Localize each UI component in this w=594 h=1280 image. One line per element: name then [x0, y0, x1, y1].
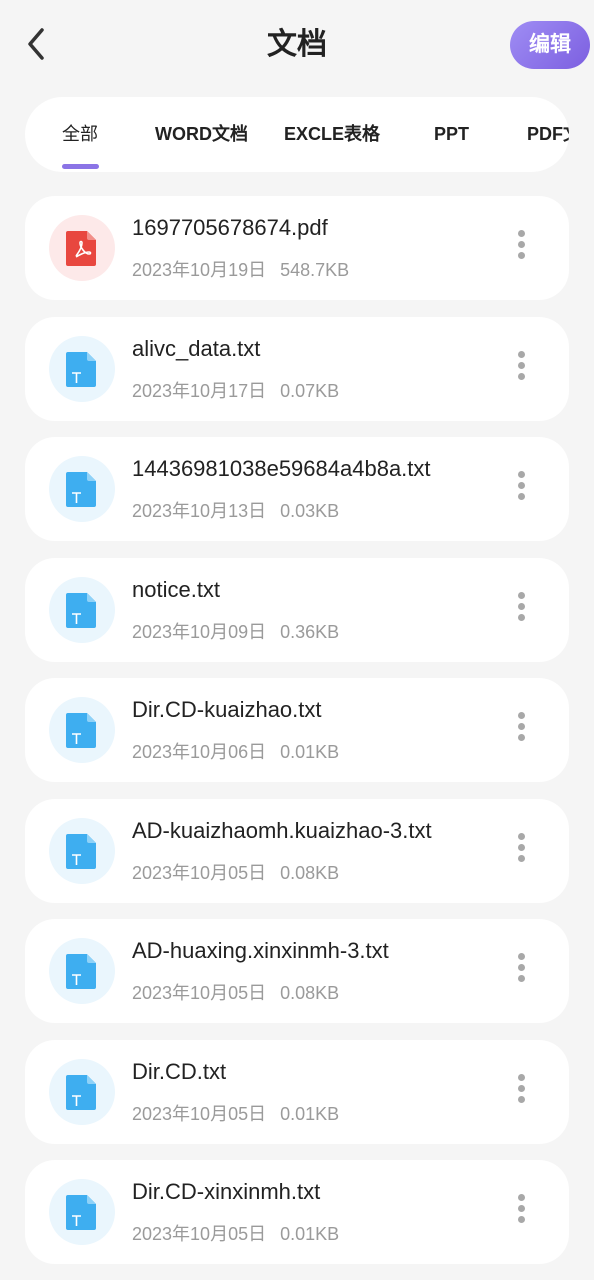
file-item[interactable]: Dir.CD-kuaizhao.txt 2023年10月06日 0.01KB — [25, 678, 569, 782]
file-meta: 2023年10月09日 0.36KB — [132, 618, 339, 646]
file-meta: 2023年10月17日 0.07KB — [132, 377, 339, 405]
file-date: 2023年10月05日 — [132, 1103, 267, 1124]
file-date: 2023年10月13日 — [132, 501, 267, 521]
file-name: AD-huaxing.xinxinmh-3.txt — [132, 938, 389, 963]
more-vertical-icon — [509, 591, 533, 621]
file-size: 548.7KB — [280, 260, 350, 280]
file-name: AD-kuaizhaomh.kuaizhao-3.txt — [132, 817, 432, 843]
file-size: 0.01KB — [280, 1224, 340, 1244]
txt-file-icon — [66, 833, 96, 869]
tab-all[interactable]: 全部 — [62, 97, 98, 172]
file-item[interactable]: Dir.CD.txt 2023年10月05日 0.01KB — [25, 1039, 569, 1144]
file-meta: 2023年10月13日 0.03KB — [132, 497, 339, 525]
file-size: 0.01KB — [280, 1103, 340, 1124]
more-options-button[interactable] — [509, 588, 533, 634]
file-name: Dir.CD-xinxinmh.txt — [132, 1179, 321, 1204]
more-options-button[interactable] — [509, 949, 533, 995]
active-tab-indicator — [62, 164, 99, 169]
txt-file-icon — [66, 713, 96, 748]
file-item[interactable]: AD-kuaizhaomh.kuaizhao-3.txt 2023年10月05日 0… — [25, 798, 569, 903]
more-vertical-icon — [509, 350, 533, 380]
file-type-badge — [49, 576, 115, 643]
tab-word[interactable]: WORD文档 — [155, 97, 248, 172]
more-vertical-icon — [509, 1194, 533, 1223]
file-type-badge — [49, 817, 115, 884]
file-type-badge — [49, 1058, 115, 1125]
tab-pdf[interactable]: PDF文 — [527, 97, 569, 172]
file-date: 2023年10月05日 — [132, 862, 267, 883]
file-date: 2023年10月19日 — [132, 260, 267, 280]
file-meta: 2023年10月06日 0.01KB — [132, 738, 339, 766]
file-size: 0.07KB — [280, 380, 340, 401]
category-tabs: 全部 WORD文档 EXCLE表格 PPT PDF文 — [25, 97, 569, 172]
file-meta: 2023年10月05日 0.08KB — [132, 859, 339, 887]
more-options-button[interactable] — [509, 226, 533, 272]
more-vertical-icon — [509, 712, 533, 741]
tab-excel[interactable]: EXCLE表格 — [284, 97, 380, 172]
more-vertical-icon — [509, 1073, 533, 1103]
file-size: 0.08KB — [280, 862, 340, 883]
txt-file-icon — [66, 954, 96, 989]
more-options-button[interactable] — [509, 1070, 533, 1116]
pdf-file-icon — [66, 231, 96, 266]
tab-ppt[interactable]: PPT — [434, 97, 469, 172]
file-date: 2023年10月05日 — [132, 1224, 267, 1244]
txt-file-icon — [66, 592, 96, 628]
file-type-badge — [49, 938, 115, 1004]
txt-file-icon — [66, 351, 96, 387]
file-size: 0.01KB — [280, 742, 340, 762]
file-type-badge — [49, 215, 115, 281]
more-vertical-icon — [509, 471, 533, 500]
file-date: 2023年10月09日 — [132, 621, 267, 642]
more-options-button[interactable] — [509, 708, 533, 754]
file-name: 1697705678674.pdf — [132, 215, 328, 240]
page-title: 文档 — [267, 28, 327, 61]
file-type-badge — [49, 335, 115, 402]
file-meta: 2023年10月19日 548.7KB — [132, 256, 349, 284]
file-item[interactable]: 14436981038e59684a4b8a.txt 2023年10月13日 0.0… — [25, 437, 569, 541]
file-item[interactable]: notice.txt 2023年10月09日 0.36KB — [25, 557, 569, 662]
file-meta: 2023年10月05日 0.08KB — [132, 979, 339, 1007]
txt-file-icon — [66, 1074, 96, 1110]
file-item[interactable]: AD-huaxing.xinxinmh-3.txt 2023年10月05日 0.08… — [25, 919, 569, 1023]
file-date: 2023年10月05日 — [132, 983, 267, 1003]
file-name: notice.txt — [132, 576, 221, 602]
file-size: 0.08KB — [280, 983, 340, 1003]
file-size: 0.03KB — [280, 501, 340, 521]
file-name: alivc_data.txt — [132, 335, 261, 361]
more-options-button[interactable] — [509, 1190, 533, 1236]
file-size: 0.36KB — [280, 621, 340, 642]
txt-file-icon — [66, 1195, 96, 1230]
file-item[interactable]: alivc_data.txt 2023年10月17日 0.07KB — [25, 316, 569, 421]
file-type-badge — [49, 697, 115, 763]
file-name: Dir.CD.txt — [132, 1058, 227, 1084]
edit-button[interactable]: 编辑 — [510, 21, 590, 69]
more-vertical-icon — [509, 230, 533, 259]
more-vertical-icon — [509, 953, 533, 982]
file-item[interactable]: Dir.CD-xinxinmh.txt 2023年10月05日 0.01KB — [25, 1160, 569, 1264]
more-vertical-icon — [509, 832, 533, 862]
file-meta: 2023年10月05日 0.01KB — [132, 1100, 339, 1128]
header: 文档 编辑 — [0, 0, 594, 90]
more-options-button[interactable] — [509, 829, 533, 875]
more-options-button[interactable] — [509, 467, 533, 513]
file-item[interactable]: 1697705678674.pdf 2023年10月19日 548.7KB — [25, 196, 569, 300]
txt-file-icon — [66, 472, 96, 507]
file-meta: 2023年10月05日 0.01KB — [132, 1220, 339, 1248]
file-type-badge — [49, 1179, 115, 1245]
file-name: Dir.CD-kuaizhao.txt — [132, 697, 322, 722]
file-name: 14436981038e59684a4b8a.txt — [132, 456, 431, 481]
file-date: 2023年10月17日 — [132, 380, 267, 401]
more-options-button[interactable] — [509, 347, 533, 393]
file-date: 2023年10月06日 — [132, 742, 267, 762]
file-type-badge — [49, 456, 115, 522]
